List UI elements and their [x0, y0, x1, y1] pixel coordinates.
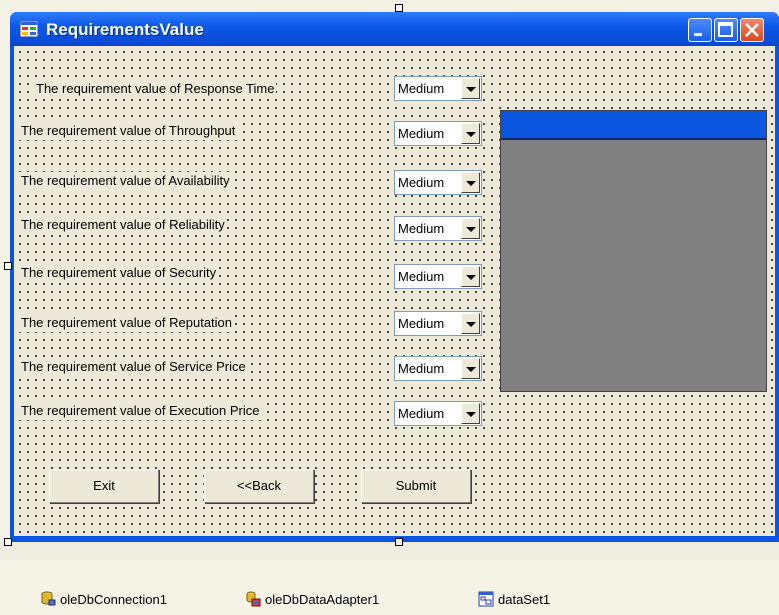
label-reliability: The requirement value of Reliability — [19, 216, 227, 234]
designer-surface-bottom — [0, 542, 779, 560]
close-icon — [745, 23, 759, 37]
tray-item-dataset[interactable]: dataSet1 — [478, 590, 550, 610]
label-response-time: The requirement value of Response Time — [34, 80, 277, 98]
label-reputation: The requirement value of Reputation — [19, 314, 235, 332]
chevron-down-icon[interactable] — [461, 266, 480, 287]
label-availability: The requirement value of Availability — [19, 172, 232, 190]
window-form-icon — [20, 21, 38, 37]
tray-item-connection[interactable]: oleDbConnection1 — [40, 590, 167, 610]
combo-value: Medium — [398, 406, 445, 421]
combo-value: Medium — [398, 221, 445, 236]
database-connection-icon — [41, 591, 56, 606]
chevron-down-icon[interactable] — [461, 403, 480, 424]
combo-value: Medium — [398, 361, 445, 376]
combo-availability[interactable]: Medium — [394, 170, 482, 195]
combo-value: Medium — [398, 175, 445, 190]
combo-service-price[interactable]: Medium — [394, 356, 482, 381]
combo-execution-price[interactable]: Medium — [394, 401, 482, 426]
combo-throughput[interactable]: Medium — [394, 121, 482, 146]
combo-security[interactable]: Medium — [394, 264, 482, 289]
label-execution-price: The requirement value of Execution Price — [19, 402, 262, 420]
exit-button[interactable]: Exit — [49, 469, 159, 503]
requirements-value-window: RequirementsValue The requirement value … — [10, 12, 779, 542]
label-throughput: The requirement value of Throughput — [19, 122, 238, 140]
data-grid-caption — [501, 111, 766, 140]
label-service-price: The requirement value of Service Price — [19, 358, 248, 376]
form-client-area: The requirement value of Response Time T… — [14, 46, 775, 536]
close-button[interactable] — [740, 18, 764, 42]
resize-handle-top[interactable] — [395, 4, 403, 12]
chevron-down-icon[interactable] — [461, 172, 480, 193]
combo-value: Medium — [398, 269, 445, 284]
submit-button[interactable]: Submit — [361, 469, 471, 503]
window-title: RequirementsValue — [46, 20, 204, 39]
chevron-down-icon[interactable] — [461, 78, 480, 99]
combo-reputation[interactable]: Medium — [394, 311, 482, 336]
tray-label: dataSet1 — [498, 592, 551, 607]
maximize-icon — [718, 22, 733, 37]
dataset-icon — [478, 591, 494, 607]
resize-handle-left[interactable] — [4, 262, 12, 270]
component-tray: oleDbConnection1 oleDbDataAdapter1 dataS… — [0, 560, 779, 615]
minimize-button[interactable] — [688, 18, 712, 42]
chevron-down-icon[interactable] — [461, 123, 480, 144]
combo-value: Medium — [398, 81, 445, 96]
combo-value: Medium — [398, 316, 445, 331]
minimize-icon — [694, 33, 702, 36]
label-security: The requirement value of Security — [19, 264, 219, 282]
title-bar[interactable]: RequirementsValue — [10, 12, 779, 46]
chevron-down-icon[interactable] — [461, 218, 480, 239]
chevron-down-icon[interactable] — [461, 313, 480, 334]
chevron-down-icon[interactable] — [461, 358, 480, 379]
resize-handle-bottom[interactable] — [395, 538, 403, 546]
tray-label: oleDbDataAdapter1 — [265, 592, 380, 607]
combo-reliability[interactable]: Medium — [394, 216, 482, 241]
combo-value: Medium — [398, 126, 445, 141]
maximize-button[interactable] — [714, 18, 738, 42]
data-adapter-icon — [246, 591, 261, 607]
back-button[interactable]: <<Back — [204, 469, 314, 503]
tray-label: oleDbConnection1 — [60, 592, 167, 607]
designer-surface-top — [0, 0, 779, 12]
combo-response-time[interactable]: Medium — [394, 76, 482, 101]
data-grid[interactable] — [500, 110, 767, 392]
resize-handle-bottom-left[interactable] — [4, 538, 12, 546]
tray-item-adapter[interactable]: oleDbDataAdapter1 — [245, 590, 379, 610]
